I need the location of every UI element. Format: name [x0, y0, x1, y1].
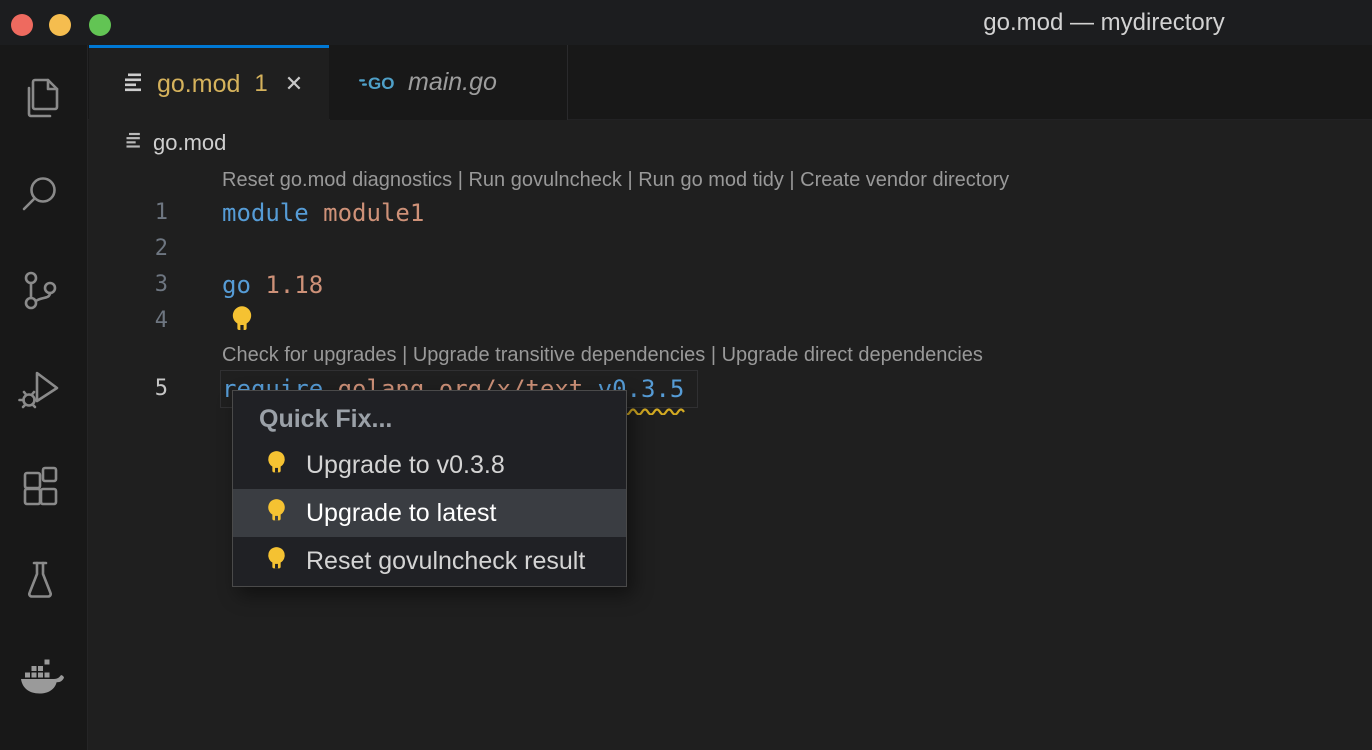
codelens-link[interactable]: Reset go.mod diagnostics: [222, 169, 452, 191]
code-token-keyword: go: [222, 271, 251, 299]
lightbulb-icon: [264, 497, 289, 529]
code-token-keyword: module: [222, 199, 309, 227]
codelens-separator: |: [705, 344, 721, 366]
tab-bar: go.mod 1 ✕ GO main.go: [88, 45, 1372, 120]
docker-whale-icon[interactable]: [16, 651, 64, 699]
close-window-button[interactable]: [11, 14, 33, 36]
line-number: 1: [88, 195, 168, 231]
menu-item-label: Reset govulncheck result: [306, 547, 585, 576]
menu-item-label: Upgrade to v0.3.8: [306, 451, 505, 480]
testing-flask-icon[interactable]: [16, 556, 64, 604]
code-line-1[interactable]: module module1: [222, 195, 424, 231]
codelens-link[interactable]: Check for upgrades: [222, 344, 397, 366]
search-icon[interactable]: [16, 170, 64, 218]
go-mod-file-icon: [122, 70, 146, 99]
title-bar: go.mod — mydirectory: [0, 0, 1372, 45]
lightbulb-icon: [264, 545, 289, 577]
tab-main-go[interactable]: GO main.go: [330, 45, 568, 120]
codelens-separator: |: [784, 169, 800, 191]
vscode-window: go.mod — mydirectory: [0, 0, 1372, 750]
codelens-upgrade-actions: Check for upgrades | Upgrade transitive …: [222, 340, 983, 370]
breadcrumb[interactable]: go.mod: [88, 120, 226, 165]
line-number: 3: [88, 267, 168, 303]
lightbulb-icon: [264, 449, 289, 481]
line-number: 4: [88, 303, 168, 339]
codelens-link[interactable]: Upgrade direct dependencies: [722, 344, 983, 366]
breadcrumb-item-filename: go.mod: [153, 130, 226, 156]
minimize-window-button[interactable]: [49, 14, 71, 36]
line-number: 2: [88, 231, 168, 267]
line-number-active: 5: [88, 371, 168, 407]
problems-badge: 1: [254, 70, 267, 98]
menu-item-upgrade-latest[interactable]: Upgrade to latest: [233, 489, 626, 537]
close-tab-icon[interactable]: ✕: [285, 71, 303, 97]
zoom-window-button[interactable]: [89, 14, 111, 36]
menu-item-reset-govulncheck[interactable]: Reset govulncheck result: [233, 537, 626, 585]
menu-item-label: Upgrade to latest: [306, 499, 496, 528]
code-token-value: 1.18: [265, 271, 323, 299]
go-mod-file-icon: [124, 130, 144, 155]
explorer-icon[interactable]: [16, 74, 64, 122]
run-and-debug-icon[interactable]: [16, 363, 64, 411]
tab-go-mod[interactable]: go.mod 1 ✕: [89, 45, 329, 121]
tab-label: main.go: [408, 68, 497, 97]
codelens-go-mod-actions: Reset go.mod diagnostics | Run govulnche…: [222, 165, 1009, 195]
activity-bar: [0, 45, 88, 750]
code-token-value: module1: [323, 199, 424, 227]
codelens-separator: |: [622, 169, 638, 191]
extensions-icon[interactable]: [16, 462, 64, 510]
codelens-link[interactable]: Run govulncheck: [468, 169, 621, 191]
codelens-separator: |: [452, 169, 468, 191]
quick-fix-menu-header: Quick Fix...: [233, 397, 626, 441]
window-title: go.mod — mydirectory: [983, 9, 1224, 37]
source-control-icon[interactable]: [16, 266, 64, 314]
menu-item-upgrade-v038[interactable]: Upgrade to v0.3.8: [233, 441, 626, 489]
quick-fix-menu: Quick Fix... Upgrade to v0.3.8 Upgrade t…: [232, 390, 627, 587]
lightbulb-icon[interactable]: [228, 304, 256, 334]
code-line-3[interactable]: go 1.18: [222, 267, 323, 303]
svg-text:GO: GO: [368, 74, 394, 93]
go-logo-icon: GO: [358, 71, 400, 95]
codelens-link[interactable]: Create vendor directory: [800, 169, 1009, 191]
tab-label: go.mod: [157, 70, 240, 99]
codelens-link[interactable]: Run go mod tidy: [638, 169, 784, 191]
codelens-separator: |: [397, 344, 413, 366]
codelens-link[interactable]: Upgrade transitive dependencies: [413, 344, 705, 366]
